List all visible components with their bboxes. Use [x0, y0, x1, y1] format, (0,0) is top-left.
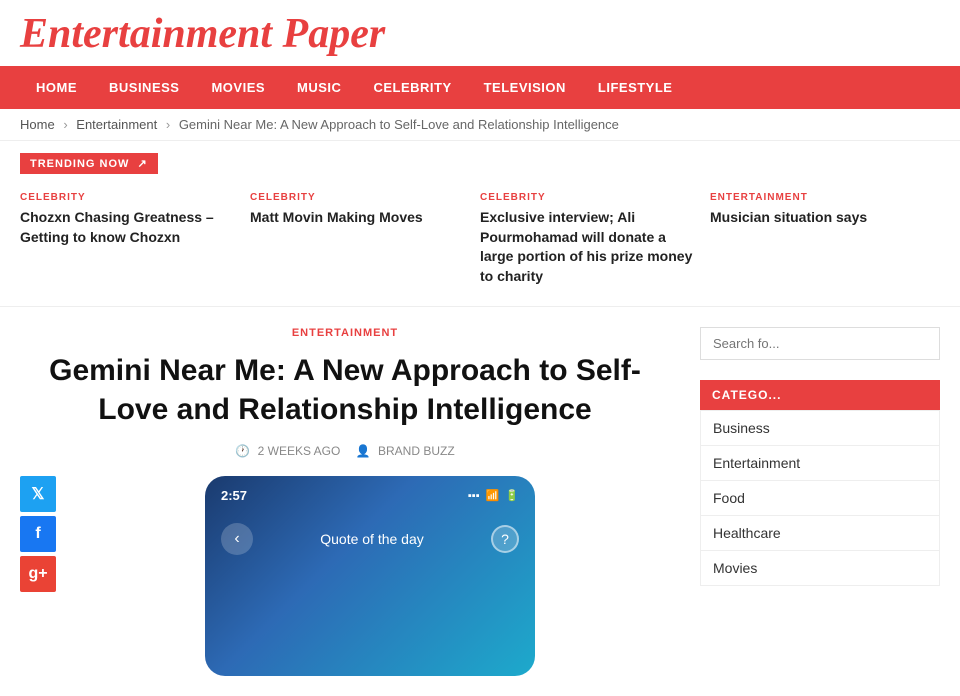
- article-image-wrapper: 𝕏 f g+ 2:57 ▪▪▪ 📶 🔋: [70, 476, 670, 676]
- phone-time: 2:57: [221, 488, 247, 503]
- phone-back-button[interactable]: ‹: [221, 523, 253, 555]
- nav-business[interactable]: BUSINESS: [93, 66, 195, 109]
- trending-item-2: CELEBRITY Matt Movin Making Moves: [250, 192, 480, 286]
- phone-help-button[interactable]: ?: [491, 525, 519, 553]
- nav-television[interactable]: TELEVISION: [468, 66, 582, 109]
- article-title: Gemini Near Me: A New Approach to Self-L…: [20, 351, 670, 429]
- main-nav: HOME BUSINESS MOVIES MUSIC CELEBRITY TEL…: [0, 66, 960, 109]
- google-share-button[interactable]: g+: [20, 556, 56, 592]
- breadcrumb-sep2: ›: [166, 117, 170, 132]
- nav-movies[interactable]: MOVIES: [195, 66, 281, 109]
- signal-icon: ▪▪▪: [468, 490, 480, 502]
- trending-item-3-title[interactable]: Exclusive interview; Ali Pourmohamad wil…: [480, 208, 695, 286]
- sidebar-category-healthcare[interactable]: Healthcare: [701, 516, 939, 551]
- nav-celebrity[interactable]: CELEBRITY: [357, 66, 467, 109]
- twitter-icon: 𝕏: [32, 484, 45, 504]
- social-buttons: 𝕏 f g+: [20, 476, 56, 592]
- phone-quote-label: Quote of the day: [320, 531, 424, 547]
- sidebar-category-business[interactable]: Business: [701, 411, 939, 446]
- trending-item-2-category: CELEBRITY: [250, 192, 465, 203]
- question-icon: ?: [501, 531, 509, 547]
- trending-item-1-category: CELEBRITY: [20, 192, 235, 203]
- trending-label: TRENDING NOW ↗: [20, 153, 158, 174]
- trending-item-3: CELEBRITY Exclusive interview; Ali Pourm…: [480, 192, 710, 286]
- nav-music[interactable]: MUSIC: [281, 66, 357, 109]
- main-layout: ENTERTAINMENT Gemini Near Me: A New Appr…: [0, 307, 960, 696]
- sidebar: CATEGO... Business Entertainment Food He…: [700, 327, 940, 676]
- clock-icon: 🕐: [235, 444, 250, 458]
- search-input[interactable]: [700, 327, 940, 360]
- facebook-icon: f: [35, 525, 40, 543]
- site-header: Entertainment Paper: [0, 0, 960, 66]
- sidebar-category-entertainment[interactable]: Entertainment: [701, 446, 939, 481]
- content-area: ENTERTAINMENT Gemini Near Me: A New Appr…: [20, 327, 700, 676]
- phone-nav-bar: ‹ Quote of the day ?: [221, 523, 519, 555]
- sidebar-categories-list: Business Entertainment Food Healthcare M…: [700, 410, 940, 586]
- trending-arrow-icon: ↗: [137, 158, 147, 170]
- trending-item-4-category: ENTERTAINMENT: [710, 192, 925, 203]
- phone-status-bar: 2:57 ▪▪▪ 📶 🔋: [221, 488, 519, 503]
- trending-item-1: CELEBRITY Chozxn Chasing Greatness – Get…: [20, 192, 250, 286]
- trending-bar: TRENDING NOW ↗: [0, 141, 960, 182]
- facebook-share-button[interactable]: f: [20, 516, 56, 552]
- article-category: ENTERTAINMENT: [20, 327, 670, 339]
- trending-grid: CELEBRITY Chozxn Chasing Greatness – Get…: [0, 182, 960, 307]
- sidebar-category-movies[interactable]: Movies: [701, 551, 939, 585]
- site-title: Entertainment Paper: [20, 10, 940, 58]
- phone-mockup: 2:57 ▪▪▪ 📶 🔋 ‹ Quote of the day ?: [205, 476, 535, 676]
- breadcrumb-sep1: ›: [63, 117, 67, 132]
- sidebar-categories-title: CATEGO...: [700, 380, 940, 410]
- twitter-share-button[interactable]: 𝕏: [20, 476, 56, 512]
- wifi-icon: 📶: [486, 489, 500, 502]
- breadcrumb-home[interactable]: Home: [20, 117, 55, 132]
- google-icon: g+: [28, 565, 47, 583]
- back-arrow-icon: ‹: [234, 530, 239, 548]
- article-time: 2 WEEKS AGO: [258, 444, 341, 458]
- author-icon: 👤: [356, 444, 371, 458]
- breadcrumb-parent[interactable]: Entertainment: [76, 117, 157, 132]
- breadcrumb-current: Gemini Near Me: A New Approach to Self-L…: [179, 117, 619, 132]
- sidebar-category-food[interactable]: Food: [701, 481, 939, 516]
- nav-lifestyle[interactable]: LIFESTYLE: [582, 66, 689, 109]
- article-author: BRAND BUZZ: [378, 444, 455, 458]
- phone-status-icons: ▪▪▪ 📶 🔋: [468, 489, 519, 502]
- breadcrumb: Home › Entertainment › Gemini Near Me: A…: [0, 109, 960, 141]
- trending-item-4: ENTERTAINMENT Musician situation says: [710, 192, 940, 286]
- article-meta: 🕐 2 WEEKS AGO 👤 BRAND BUZZ: [20, 444, 670, 458]
- trending-item-2-title[interactable]: Matt Movin Making Moves: [250, 208, 465, 228]
- nav-home[interactable]: HOME: [20, 66, 93, 109]
- sidebar-search: [700, 327, 940, 360]
- trending-item-3-category: CELEBRITY: [480, 192, 695, 203]
- trending-item-1-title[interactable]: Chozxn Chasing Greatness – Getting to kn…: [20, 208, 235, 247]
- battery-icon: 🔋: [505, 489, 519, 502]
- trending-item-4-title[interactable]: Musician situation says: [710, 208, 925, 228]
